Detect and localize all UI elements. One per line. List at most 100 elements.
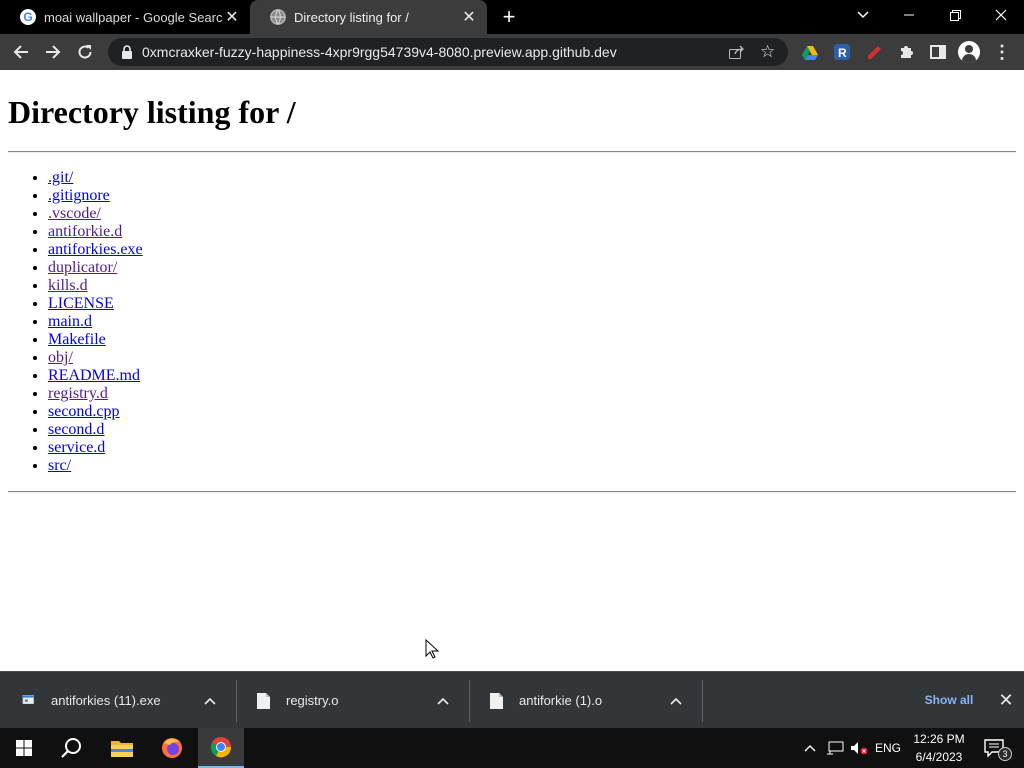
address-bar[interactable]: 0xmcraxker-fuzzy-happiness-4xpr9rgg54739… bbox=[108, 38, 788, 66]
directory-list: .git/.gitignore.vscode/antiforkie.dantif… bbox=[48, 169, 143, 475]
minimize-button[interactable] bbox=[886, 0, 932, 30]
firefox-icon bbox=[162, 738, 182, 758]
directory-entry-link[interactable]: antiforkie.d bbox=[48, 223, 122, 240]
divider-bottom bbox=[8, 491, 1016, 493]
download-item[interactable]: antiforkie (1).o bbox=[470, 672, 702, 729]
download-item[interactable]: antiforkies (11).exe bbox=[0, 672, 236, 729]
language-indicator[interactable]: ENG bbox=[872, 728, 904, 768]
list-item: src/ bbox=[48, 457, 143, 475]
directory-entry-link[interactable]: Makefile bbox=[48, 331, 106, 348]
page-content: Directory listing for / .git/.gitignore.… bbox=[0, 70, 1024, 671]
chrome-button[interactable] bbox=[198, 728, 244, 768]
tab-strip: G moai wallpaper - Google Search ✕ Direc… bbox=[0, 0, 1024, 34]
forward-arrow-icon bbox=[46, 45, 61, 59]
directory-entry-link[interactable]: second.cpp bbox=[48, 403, 120, 420]
google-drive-icon[interactable] bbox=[802, 44, 818, 60]
browser-toolbar: 0xmcraxker-fuzzy-happiness-4xpr9rgg54739… bbox=[0, 34, 1024, 70]
directory-entry-link[interactable]: kills.d bbox=[48, 277, 88, 294]
firefox-button[interactable] bbox=[148, 728, 196, 768]
bookmark-star-icon[interactable]: ☆ bbox=[760, 42, 775, 62]
url-text[interactable]: 0xmcraxker-fuzzy-happiness-4xpr9rgg54739… bbox=[142, 38, 617, 66]
globe-icon bbox=[270, 9, 286, 25]
list-item: obj/ bbox=[48, 349, 143, 367]
google-g-icon: G bbox=[20, 9, 36, 25]
directory-entry-link[interactable]: src/ bbox=[48, 457, 71, 474]
close-shelf-icon[interactable]: ✕ bbox=[994, 689, 1018, 713]
side-panel-icon[interactable] bbox=[930, 44, 946, 60]
list-item: kills.d bbox=[48, 277, 143, 295]
page-title: Directory listing for / bbox=[8, 94, 296, 130]
list-item: second.cpp bbox=[48, 403, 143, 421]
download-item[interactable]: registry.o bbox=[237, 672, 469, 729]
download-separator bbox=[702, 680, 703, 722]
clock-date: 6/4/2023 bbox=[915, 750, 963, 764]
directory-entry-link[interactable]: LICENSE bbox=[48, 295, 114, 312]
tab-search-chevron-icon[interactable] bbox=[840, 0, 886, 30]
volume-muted-icon[interactable] bbox=[848, 728, 870, 768]
directory-entry-link[interactable]: .git/ bbox=[48, 169, 73, 186]
extensions-puzzle-icon[interactable] bbox=[898, 44, 914, 60]
search-button[interactable] bbox=[48, 728, 96, 768]
folder-icon bbox=[111, 741, 133, 757]
back-arrow-icon bbox=[13, 45, 28, 59]
clock-time: 12:26 PM bbox=[913, 732, 965, 746]
chevron-up-icon[interactable] bbox=[433, 694, 453, 708]
network-icon[interactable] bbox=[823, 728, 847, 768]
list-item: antiforkies.exe bbox=[48, 241, 143, 259]
tab-title: moai wallpaper - Google Search bbox=[44, 9, 222, 25]
close-tab-icon[interactable]: ✕ bbox=[222, 7, 242, 27]
list-item: .gitignore bbox=[48, 187, 143, 205]
directory-entry-link[interactable]: registry.d bbox=[48, 385, 108, 402]
reload-icon bbox=[78, 45, 92, 59]
directory-entry-link[interactable]: antiforkies.exe bbox=[48, 241, 143, 258]
chrome-icon bbox=[210, 737, 232, 758]
windows-logo-icon bbox=[16, 740, 32, 756]
new-tab-button[interactable]: + bbox=[496, 4, 522, 29]
download-shelf: antiforkies (11).exe registry.o antifork… bbox=[0, 671, 1024, 728]
search-icon bbox=[61, 738, 81, 758]
chevron-up-icon[interactable] bbox=[200, 694, 220, 708]
directory-entry-link[interactable]: second.d bbox=[48, 421, 104, 438]
back-button[interactable] bbox=[6, 37, 36, 67]
notification-count-badge: 3 bbox=[998, 747, 1012, 761]
menu-kebab-icon[interactable]: ⋮ bbox=[992, 42, 1012, 62]
red-extension-icon[interactable] bbox=[866, 44, 882, 60]
restore-button[interactable] bbox=[932, 0, 978, 30]
file-explorer-button[interactable] bbox=[98, 728, 146, 768]
svg-text:R: R bbox=[838, 46, 847, 60]
directory-entry-link[interactable]: README.md bbox=[48, 367, 140, 384]
tray-overflow-chevron-icon[interactable] bbox=[800, 728, 820, 768]
share-icon[interactable] bbox=[728, 44, 744, 60]
directory-entry-link[interactable]: obj/ bbox=[48, 349, 73, 366]
windows-taskbar: ENG 12:26 PM 6/4/2023 3 bbox=[0, 728, 1024, 768]
file-icon bbox=[490, 692, 503, 709]
clock[interactable]: 12:26 PM 6/4/2023 bbox=[906, 730, 972, 766]
directory-entry-link[interactable]: .vscode/ bbox=[48, 205, 101, 222]
chevron-up-icon[interactable] bbox=[666, 694, 686, 708]
r-extension-icon[interactable]: R bbox=[834, 44, 850, 60]
download-filename: registry.o bbox=[286, 693, 339, 708]
reload-button[interactable] bbox=[70, 37, 100, 67]
tab-title: Directory listing for / bbox=[294, 9, 409, 25]
tab-google-search[interactable]: G moai wallpaper - Google Search ✕ bbox=[0, 0, 250, 34]
close-tab-icon[interactable]: ✕ bbox=[459, 7, 479, 27]
directory-entry-link[interactable]: duplicator/ bbox=[48, 259, 117, 276]
download-filename: antiforkies (11).exe bbox=[51, 693, 161, 708]
list-item: .git/ bbox=[48, 169, 143, 187]
list-item: Makefile bbox=[48, 331, 143, 349]
list-item: LICENSE bbox=[48, 295, 143, 313]
directory-entry-link[interactable]: service.d bbox=[48, 439, 105, 456]
close-window-button[interactable] bbox=[978, 0, 1024, 30]
list-item: service.d bbox=[48, 439, 143, 457]
lock-icon[interactable] bbox=[120, 45, 134, 59]
divider-top bbox=[8, 151, 1016, 153]
directory-entry-link[interactable]: main.d bbox=[48, 313, 92, 330]
forward-button[interactable] bbox=[38, 37, 68, 67]
file-icon bbox=[257, 692, 270, 709]
show-all-button[interactable]: Show all bbox=[910, 686, 988, 714]
tab-directory-listing[interactable]: Directory listing for / ✕ bbox=[250, 0, 487, 34]
profile-avatar-icon[interactable] bbox=[958, 41, 980, 63]
start-button[interactable] bbox=[0, 728, 48, 768]
action-center-button[interactable]: 3 bbox=[980, 728, 1020, 768]
directory-entry-link[interactable]: .gitignore bbox=[48, 187, 110, 204]
